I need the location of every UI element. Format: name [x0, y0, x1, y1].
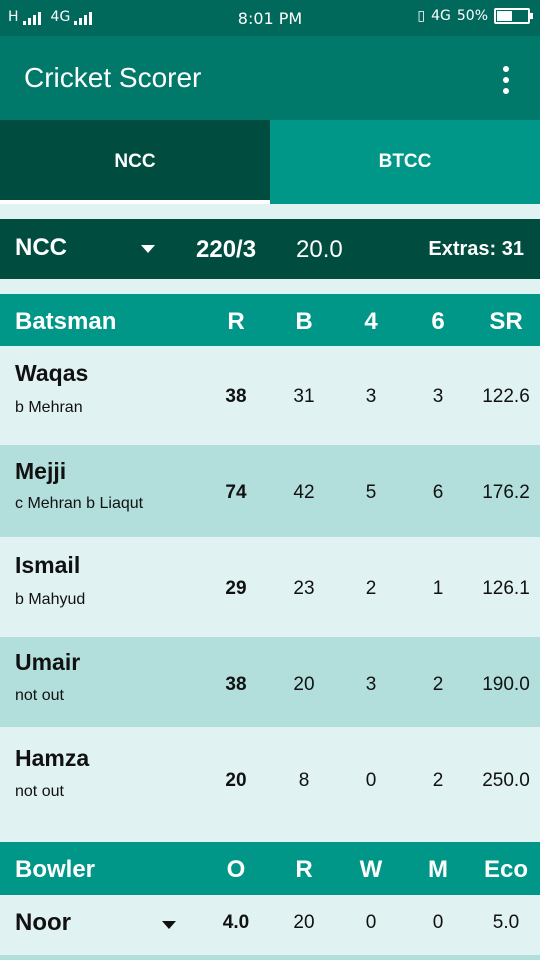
batsman-fours: 2: [365, 578, 377, 599]
batsman-strike-rate: 250.0: [482, 770, 530, 791]
tab-btcc[interactable]: BTCC: [270, 120, 540, 204]
battery-icon: [494, 8, 533, 24]
wickets-column-header: W: [359, 856, 383, 883]
dismissal-text: not out: [15, 687, 64, 704]
batsman-row[interactable]: Ismail b Mahyud 29 23 2 1 126.1: [0, 537, 540, 637]
bowler-economy: 5.0: [492, 912, 520, 933]
vibrate-icon: ▯: [417, 8, 426, 24]
batsman-sixes: 6: [432, 482, 444, 503]
economy-column-header: Eco: [483, 856, 528, 883]
batting-header: Batsman R B 4 6 SR: [0, 294, 540, 346]
batsman-row[interactable]: Umair not out 38 20 3 2 190.0: [0, 637, 540, 727]
sixes-column-header: 6: [431, 308, 445, 335]
batsman-name: Hamza: [15, 745, 90, 771]
batsman-runs: 38: [225, 674, 247, 695]
innings-score: 220/3: [196, 236, 257, 263]
runs-conceded-column-header: R: [295, 856, 313, 883]
innings-summary: NCC 220/3 20.0 Extras: 31: [0, 219, 540, 279]
tab-ncc-label: NCC: [114, 151, 156, 172]
more-vert-icon[interactable]: [496, 66, 516, 94]
battery-percent: 50%: [456, 8, 488, 24]
dismissal-text: b Mahyud: [15, 591, 86, 608]
app-title: Cricket Scorer: [24, 62, 202, 93]
overs-column-header: O: [226, 856, 246, 883]
team-tabs: NCC BTCC: [0, 120, 540, 204]
bowler-row[interactable]: Noor 4.0 20 0 0 5.0: [0, 895, 540, 955]
dismissal-text: not out: [15, 783, 64, 800]
batsman-fours: 5: [365, 482, 377, 503]
bowler-wickets: 0: [365, 912, 377, 933]
batsman-balls: 20: [293, 674, 315, 695]
batsman-name: Ismail: [15, 552, 81, 578]
dismissal-text: c Mehran b Liaqut: [15, 495, 144, 512]
bowler-column-header: Bowler: [15, 856, 96, 883]
bowler-runs: 20: [293, 912, 315, 933]
batsman-balls: 8: [298, 770, 310, 791]
status-bar: H 4G 8:01 PM ▯ 4G 50%: [0, 0, 540, 36]
batsman-balls: 31: [293, 386, 315, 407]
dropdown-arrow-icon[interactable]: [141, 245, 155, 253]
batsman-sixes: 1: [432, 578, 444, 599]
innings-extras: Extras: 31: [428, 238, 524, 260]
batsman-fours: 3: [365, 674, 377, 695]
balls-column-header: B: [295, 308, 313, 335]
maidens-column-header: M: [428, 856, 448, 883]
batsman-strike-rate: 122.6: [482, 386, 530, 407]
batsman-sixes: 2: [432, 770, 444, 791]
batsman-fours: 3: [365, 386, 377, 407]
innings-overs: 20.0: [296, 236, 343, 263]
divider: [0, 955, 540, 960]
dismissal-text: b Mehran: [15, 399, 83, 416]
runs-column-header: R: [227, 308, 245, 335]
batsman-runs: 20: [225, 770, 247, 791]
dropdown-arrow-icon[interactable]: [162, 921, 176, 929]
batsman-strike-rate: 126.1: [482, 578, 530, 599]
batsman-name: Waqas: [15, 360, 89, 386]
status-right: ▯ 4G 50%: [417, 8, 533, 24]
batsman-runs: 74: [225, 482, 247, 503]
batsman-row[interactable]: Mejji c Mehran b Liaqut 74 42 5 6 176.2: [0, 445, 540, 537]
batsman-sixes: 2: [432, 674, 444, 695]
tab-ncc[interactable]: NCC: [0, 120, 270, 204]
battery-fill: [497, 11, 512, 21]
bowling-header: Bowler O R W M Eco: [0, 842, 540, 895]
batsman-column-header: Batsman: [15, 308, 117, 335]
batsman-name: Umair: [15, 649, 81, 675]
batsman-row[interactable]: Waqas b Mehran 38 31 3 3 122.6: [0, 346, 540, 445]
bowler-maidens: 0: [432, 912, 444, 933]
tab-btcc-label: BTCC: [378, 151, 432, 172]
batsman-balls: 42: [293, 482, 315, 503]
app-bar: Cricket Scorer: [0, 36, 540, 120]
batsman-row[interactable]: Hamza not out 20 8 0 2 250.0: [0, 727, 540, 842]
batsman-name: Mejji: [15, 458, 67, 484]
bowler-overs: 4.0: [222, 912, 250, 933]
batsman-balls: 23: [293, 578, 315, 599]
strike-rate-column-header: SR: [489, 308, 523, 335]
batsman-runs: 38: [225, 386, 247, 407]
fours-column-header: 4: [364, 308, 378, 335]
bowler-name-selector[interactable]: Noor: [15, 909, 71, 937]
batsman-sixes: 3: [432, 386, 444, 407]
batsman-strike-rate: 176.2: [482, 482, 530, 503]
batsman-fours: 0: [365, 770, 377, 791]
batsman-strike-rate: 190.0: [482, 674, 530, 695]
batsman-runs: 29: [225, 578, 247, 599]
network-type-4g-right: 4G: [431, 8, 451, 24]
innings-team-selector[interactable]: NCC: [15, 234, 67, 262]
